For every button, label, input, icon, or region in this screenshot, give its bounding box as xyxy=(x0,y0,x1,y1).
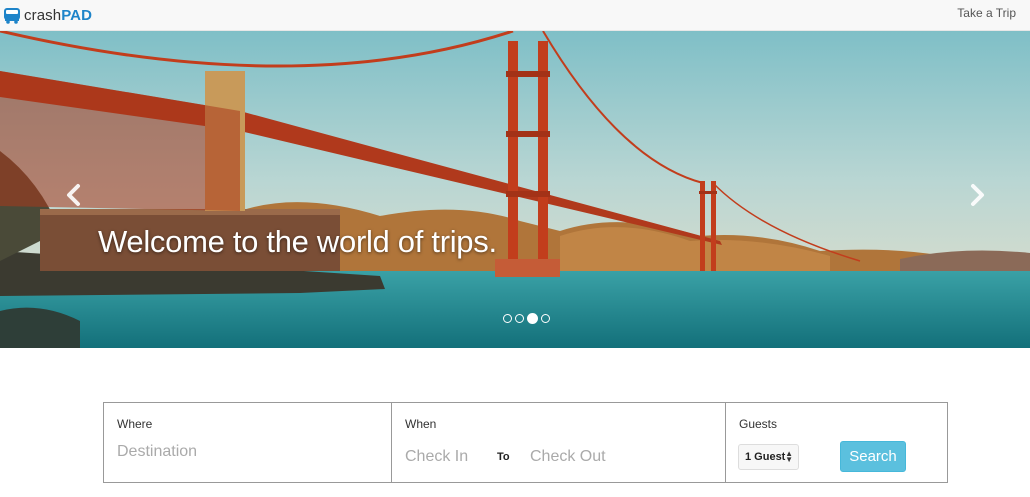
bus-icon xyxy=(4,7,20,24)
check-in-input[interactable] xyxy=(405,446,485,468)
where-section: Where xyxy=(104,403,392,482)
take-a-trip-link[interactable]: Take a Trip xyxy=(957,6,1016,20)
to-label: To xyxy=(497,451,510,463)
top-navbar: crashPAD Take a Trip xyxy=(0,0,1030,31)
guests-select[interactable]: 1 Guest ▲ ▼ xyxy=(738,444,799,470)
hero-caption: Welcome to the world of trips. xyxy=(98,224,497,259)
chevron-left-icon[interactable] xyxy=(64,183,84,207)
hero-carousel: Welcome to the world of trips. xyxy=(0,31,1030,348)
carousel-indicator-3[interactable] xyxy=(527,313,538,324)
carousel-indicator-1[interactable] xyxy=(503,314,512,323)
brand-name-prefix: crash xyxy=(24,6,62,24)
brand-logo[interactable]: crashPAD xyxy=(3,5,92,25)
when-label: When xyxy=(405,417,437,431)
guests-label: Guests xyxy=(739,417,778,431)
search-button[interactable]: Search xyxy=(840,441,906,472)
updown-caret-icon: ▲ ▼ xyxy=(785,449,793,464)
brand-name: crashPAD xyxy=(24,7,92,24)
when-section: When To xyxy=(392,403,726,482)
trip-search-form: Where When To Guests 1 Guest ▲▼ Search xyxy=(103,402,948,483)
carousel-indicator-2[interactable] xyxy=(515,314,524,323)
carousel-indicators xyxy=(503,313,550,324)
guests-section: Guests 1 Guest ▲ ▼ Search xyxy=(726,403,947,482)
destination-input[interactable] xyxy=(117,441,367,463)
guests-select-value: 1 Guest xyxy=(745,451,786,463)
where-label: Where xyxy=(117,417,153,431)
golden-gate-bridge-photo xyxy=(0,31,1030,348)
brand-name-suffix: PAD xyxy=(61,6,93,24)
chevron-right-icon[interactable] xyxy=(967,183,987,207)
check-out-input[interactable] xyxy=(530,446,640,468)
carousel-indicator-4[interactable] xyxy=(541,314,550,323)
